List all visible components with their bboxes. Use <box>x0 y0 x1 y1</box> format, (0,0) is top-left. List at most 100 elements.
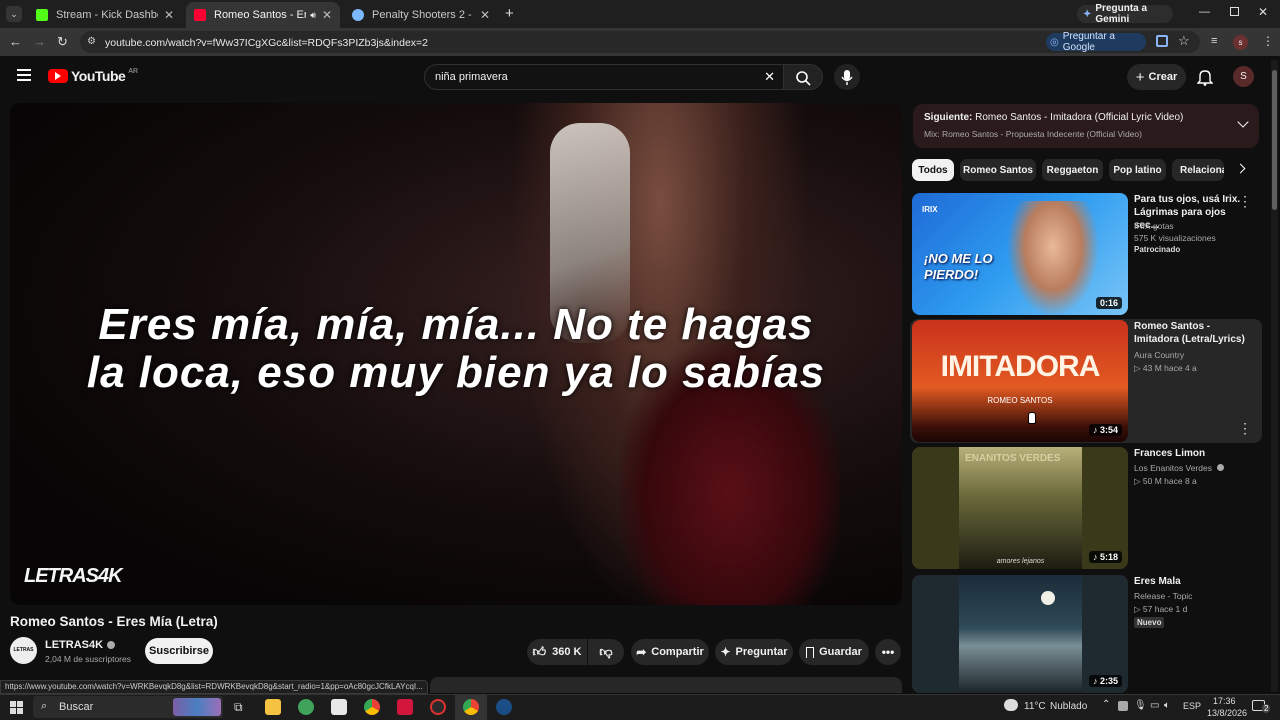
recommendation-item[interactable]: ENANITOS VERDES amores lejanos ♪ 5:18 Fr… <box>912 447 1262 569</box>
rec-channel[interactable]: Aura Country <box>1134 350 1184 360</box>
clock-time[interactable]: 17:36 <box>1213 696 1236 706</box>
recommendation-item[interactable]: ♪ 2:35 Eres Mala Release - Topic ▷ 57 ha… <box>912 575 1262 693</box>
speaker-icon[interactable]: 🔊︎ <box>310 10 316 21</box>
volume-icon[interactable]: 🔈︎ <box>1164 700 1170 711</box>
red-app-icon[interactable] <box>397 699 413 715</box>
rec-channel[interactable]: IRIX gotas <box>1134 221 1174 231</box>
description-box[interactable] <box>430 677 902 693</box>
chip-romeo-santos[interactable]: Romeo Santos <box>960 159 1036 181</box>
taskbar-search-box[interactable]: ⌕ Buscar <box>33 696 223 718</box>
subscribe-button[interactable]: Suscribirse <box>145 638 213 664</box>
reload-icon[interactable]: ↻ <box>57 34 68 50</box>
restore-icon[interactable] <box>1230 7 1239 16</box>
page-scrollbar[interactable] <box>1271 60 1278 692</box>
channel-name[interactable]: LETRAS4K <box>45 639 116 651</box>
tab-search-button[interactable]: ⌄ <box>6 6 22 22</box>
chip-todos[interactable]: Todos <box>912 159 954 181</box>
rec-channel[interactable]: Los Enanitos Verdes <box>1134 463 1225 473</box>
system-tray-chevron-icon[interactable]: ⌃ <box>1102 699 1110 710</box>
google-lens-icon: ◎ <box>1050 36 1059 48</box>
browser-menu-icon[interactable]: ⋮ <box>1262 34 1274 48</box>
forward-icon[interactable]: → <box>33 34 46 49</box>
video-thumbnail[interactable]: ♪ 2:35 <box>912 575 1128 693</box>
windows-start-icon[interactable] <box>10 701 23 714</box>
chrome-active-icon[interactable] <box>463 699 479 715</box>
minimize-icon[interactable]: — <box>1199 6 1210 18</box>
close-tab-icon[interactable]: ✕ <box>164 8 174 22</box>
edge-copilot-icon[interactable] <box>298 699 314 715</box>
network-icon[interactable]: ▭ <box>1150 700 1159 711</box>
keyboard-language[interactable]: ESP <box>1183 701 1201 711</box>
file-explorer-icon[interactable] <box>265 699 281 715</box>
tab-kick-dashboard[interactable]: Stream - Kick Dashboard ✕ <box>28 2 182 28</box>
rec-title[interactable]: Frances Limon <box>1134 447 1246 460</box>
account-avatar[interactable]: S <box>1233 66 1254 87</box>
youtube-logo[interactable]: YouTube AR <box>48 68 138 84</box>
thumb-brand: IRIX <box>922 205 938 214</box>
url-text[interactable]: youtube.com/watch?v=fWw37ICgXGc&list=RDQ… <box>105 37 428 49</box>
expand-chevron-icon[interactable] <box>1237 116 1249 128</box>
task-view-icon[interactable]: ⧉ <box>234 700 243 715</box>
tray-app-icon[interactable] <box>1118 701 1128 711</box>
close-window-icon[interactable]: ✕ <box>1258 5 1268 19</box>
create-button[interactable]: + Crear <box>1127 64 1186 90</box>
tab-youtube-romeo[interactable]: Romeo Santos - Eres Mía (L 🔊︎ ✕ <box>186 2 340 28</box>
video-player[interactable]: Eres mía, mía, mía... No te hagas la loc… <box>10 103 902 605</box>
speedometer-app-icon[interactable] <box>430 699 446 715</box>
rec-title[interactable]: Romeo Santos - Imitadora (Letra/Lyrics) <box>1134 320 1246 346</box>
chip-relacionados[interactable]: Relaciona <box>1172 159 1224 181</box>
dislike-button[interactable]: 👎︎ <box>588 639 624 665</box>
up-next-title: Romeo Santos - Imitadora (Official Lyric… <box>975 112 1184 123</box>
like-button[interactable]: 👍︎ 360 K <box>527 639 587 665</box>
channel-avatar[interactable]: LETRAS <box>10 637 37 664</box>
clear-search-icon[interactable]: ✕ <box>764 69 775 85</box>
video-thumbnail[interactable]: IRIX ¡NO ME LO PIERDO! 0:16 <box>912 193 1128 315</box>
weather-temp[interactable]: 11°C <box>1024 701 1046 712</box>
save-button[interactable]: Guardar <box>799 639 869 665</box>
scrollbar-thumb[interactable] <box>1272 70 1277 210</box>
more-vert-icon[interactable]: ⋮ <box>1238 193 1252 210</box>
album-art <box>959 575 1082 693</box>
profile-avatar[interactable]: s <box>1233 35 1248 50</box>
more-actions-button[interactable]: ••• <box>875 639 901 665</box>
up-next-panel[interactable]: Siguiente: Romeo Santos - Imitadora (Off… <box>913 104 1259 148</box>
guide-menu-icon[interactable] <box>17 69 31 81</box>
steam-icon[interactable] <box>496 699 512 715</box>
chrome-icon[interactable] <box>364 699 380 715</box>
microphone-tray-icon[interactable]: 🎙︎ <box>1134 700 1147 711</box>
rec-title[interactable]: Eres Mala <box>1134 575 1246 588</box>
search-button[interactable] <box>783 64 823 90</box>
thumb-person <box>1008 201 1098 315</box>
weather-desc[interactable]: Nublado <box>1050 701 1087 712</box>
reading-list-icon[interactable]: ≡ <box>1211 35 1217 47</box>
weather-icon[interactable] <box>1004 699 1018 711</box>
search-input[interactable]: niña primavera ✕ <box>424 64 784 90</box>
chip-reggaeton[interactable]: Reggaeton <box>1042 159 1103 181</box>
close-tab-icon[interactable]: ✕ <box>322 8 332 22</box>
thumb-subtext: ROMEO SANTOS <box>987 396 1053 405</box>
gemini-button[interactable]: ✦ Pregunta a Gemini <box>1077 3 1173 25</box>
ask-google-button[interactable]: ◎ Preguntar a Google <box>1046 31 1146 53</box>
recommendation-item[interactable]: IMITADORA ROMEO SANTOS ♪ 3:54 Romeo Sant… <box>912 320 1262 442</box>
microsoft-store-icon[interactable] <box>331 699 347 715</box>
share-button[interactable]: ➦ Compartir <box>631 639 709 665</box>
rec-channel[interactable]: Release - Topic <box>1134 591 1192 601</box>
duration-badge: 0:16 <box>1095 297 1122 309</box>
recommendation-item[interactable]: IRIX ¡NO ME LO PIERDO! 0:16 Para tus ojo… <box>912 193 1262 315</box>
bookmark-star-icon[interactable]: ☆ <box>1178 33 1190 49</box>
back-icon[interactable]: ← <box>9 34 22 49</box>
tab-penalty-shooters[interactable]: Penalty Shooters 2 - ¡Juega Gra ✕ <box>344 2 498 28</box>
new-tab-icon[interactable]: + <box>505 5 514 22</box>
site-info-icon[interactable]: ⚙ <box>87 36 96 47</box>
chips-next-icon[interactable] <box>1235 163 1246 174</box>
close-tab-icon[interactable]: ✕ <box>480 8 490 22</box>
voice-search-button[interactable] <box>834 64 860 90</box>
translate-icon[interactable] <box>1156 35 1168 47</box>
video-thumbnail[interactable]: IMITADORA ROMEO SANTOS ♪ 3:54 <box>912 320 1128 442</box>
notifications-bell-icon[interactable] <box>1196 68 1214 91</box>
more-vert-icon[interactable]: ⋮ <box>1238 420 1252 437</box>
clock-date[interactable]: 13/8/2026 <box>1207 708 1247 718</box>
ask-button[interactable]: ✦ Preguntar <box>715 639 793 665</box>
video-thumbnail[interactable]: ENANITOS VERDES amores lejanos ♪ 5:18 <box>912 447 1128 569</box>
chip-pop-latino[interactable]: Pop latino <box>1109 159 1166 181</box>
